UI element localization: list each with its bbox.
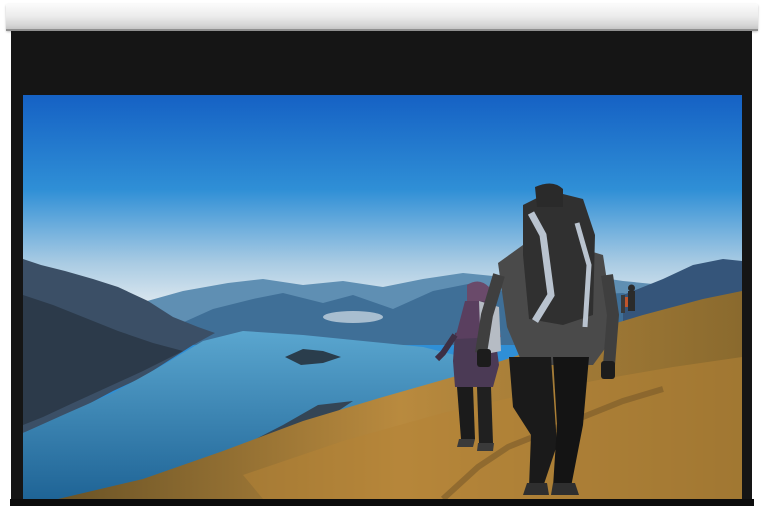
- projected-photo: [23, 95, 742, 499]
- screen-bottom-bar: [10, 499, 754, 506]
- sky: [23, 95, 742, 305]
- projector-screen-housing: [6, 4, 758, 31]
- mist: [323, 311, 383, 323]
